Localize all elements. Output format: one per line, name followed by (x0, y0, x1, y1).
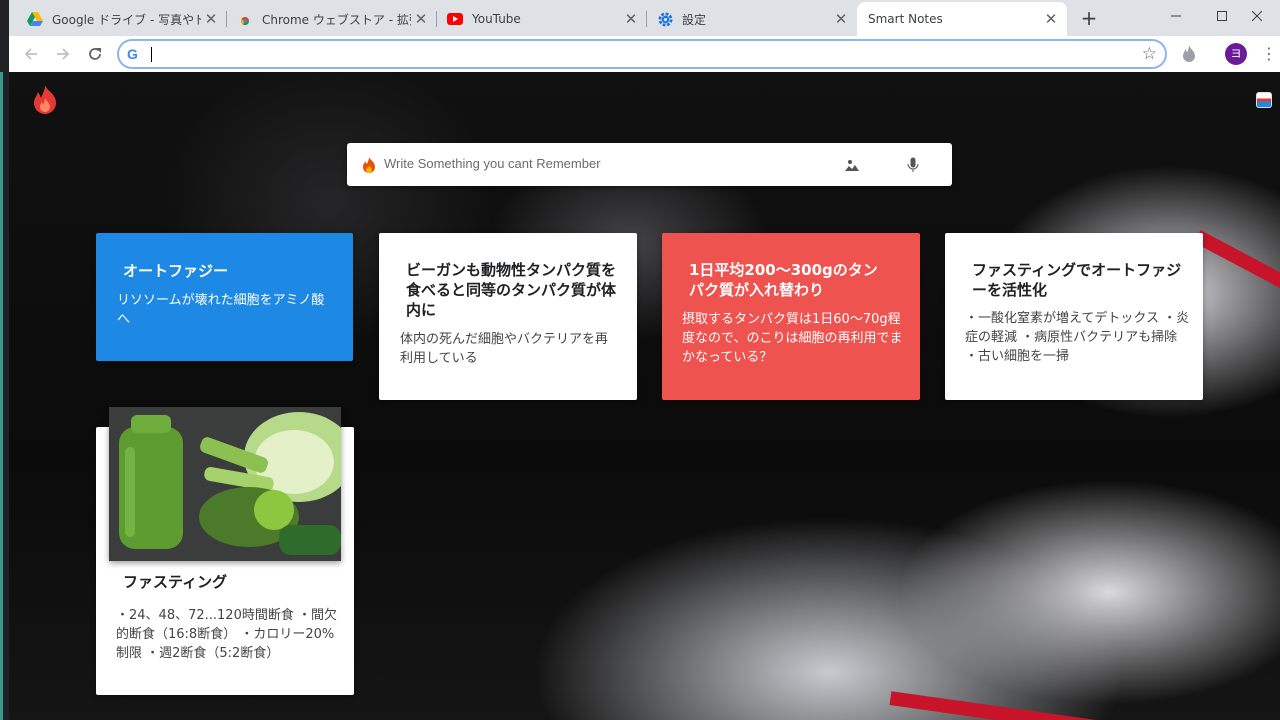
note-title: ビーガンも動物性タンパク質を食べると同等のタンパク質が体内に (406, 261, 617, 319)
close-window-icon[interactable] (1234, 0, 1280, 32)
background-stripe (1193, 229, 1280, 309)
tab-smart-notes[interactable]: Smart Notes ✕ (857, 2, 1067, 36)
note-card[interactable]: ファスティングでオートファジーを活性化 ・一酸化窒素が増えてデトックス ・炎症の… (945, 233, 1203, 400)
note-title: 1日平均200〜300gのタンパク質が入れ替わり (689, 261, 878, 299)
close-tab-icon[interactable]: ✕ (621, 10, 641, 28)
tab-title: Google ドライブ - 写真やドキュ (52, 12, 201, 27)
profile-avatar[interactable]: ヨ (1225, 43, 1247, 65)
note-body: 摂取するタンパク質は1日60〜70g程度なので、のこりは細胞の再利用でまかなって… (682, 312, 903, 365)
note-title: ファスティングでオートファジーを活性化 (972, 261, 1182, 299)
extension-fire-icon[interactable] (1179, 44, 1199, 64)
note-card[interactable]: 1日平均200〜300gのタンパク質が入れ替わり 摂取するタンパク質は1日60〜… (662, 233, 920, 400)
close-tab-icon[interactable]: ✕ (831, 10, 851, 28)
forward-arrow-icon[interactable] (49, 40, 77, 68)
note-input-bar[interactable]: Write Something you cant Remember (347, 143, 952, 186)
note-title: オートファジー (123, 262, 229, 280)
browser-toolbar: G ☆ ヨ ⋮ (9, 36, 1280, 72)
tab-chrome-webstore[interactable]: Chrome ウェブストア - 拡張機 ✕ (227, 2, 437, 36)
close-tab-icon[interactable]: ✕ (201, 10, 221, 28)
settings-gear-icon (657, 11, 673, 27)
background-stripe (889, 691, 1189, 720)
note-card[interactable]: ビーガンも動物性タンパク質を食べると同等のタンパク質が体内に 体内の死んだ細胞や… (379, 233, 637, 400)
fire-icon (363, 157, 375, 173)
green-smoothie-photo (109, 407, 341, 561)
tab-settings[interactable]: 設定 ✕ (647, 2, 857, 36)
chrome-webstore-icon (237, 11, 253, 27)
reload-icon[interactable] (81, 40, 109, 68)
minimize-icon[interactable] (1153, 0, 1199, 32)
add-image-icon[interactable] (844, 157, 860, 173)
tab-title: YouTube (472, 12, 521, 26)
app-fire-logo-icon (34, 85, 56, 114)
note-input-placeholder[interactable]: Write Something you cant Remember (384, 156, 601, 171)
tab-title: Smart Notes (868, 12, 943, 26)
close-tab-icon[interactable]: ✕ (1041, 10, 1061, 28)
microphone-icon[interactable] (907, 157, 919, 173)
google-g-icon: G (127, 46, 138, 62)
tab-title: Chrome ウェブストア - 拡張機 (262, 12, 411, 27)
back-arrow-icon[interactable] (17, 40, 45, 68)
note-card[interactable]: オートファジー リソソームが壊れた細胞をアミノ酸へ (96, 233, 353, 361)
tab-youtube[interactable]: YouTube ✕ (437, 2, 647, 36)
close-tab-icon[interactable]: ✕ (411, 10, 431, 28)
address-bar[interactable]: G ☆ (117, 39, 1167, 69)
note-title: ファスティング (123, 573, 228, 591)
bookmark-star-icon[interactable]: ☆ (1142, 44, 1157, 64)
youtube-icon (447, 11, 463, 27)
edge-accent (0, 72, 3, 720)
left-window-edge (0, 0, 9, 720)
note-card[interactable]: ファスティング ・24、48、72...120時間断食 ・間欠的断食（16:8断… (96, 407, 354, 695)
smart-notes-page: Write Something you cant Remember オートファジ… (9, 72, 1280, 720)
new-tab-button[interactable]: + (1078, 7, 1100, 29)
note-body: リソソームが壊れた細胞をアミノ酸へ (117, 293, 325, 327)
tab-title: 設定 (682, 12, 707, 27)
note-body: 体内の死んだ細胞やバクテリアを再利用している (400, 332, 609, 366)
note-body: ・一酸化窒素が増えてデトックス ・炎症の軽減 ・病原性バクテリアも掃除 ・古い細… (965, 311, 1190, 364)
google-drive-icon (27, 11, 43, 27)
more-menu-icon[interactable]: ⋮ (1261, 42, 1277, 66)
tab-strip: Google ドライブ - 写真やドキュ ✕ Chrome ウェブストア - 拡… (9, 0, 1280, 36)
tab-google-drive[interactable]: Google ドライブ - 写真やドキュ ✕ (17, 2, 227, 36)
settings-shortcut-icon[interactable] (1256, 92, 1272, 108)
text-caret (151, 47, 152, 62)
note-body: ・24、48、72...120時間断食 ・間欠的断食（16:8断食） ・カロリー… (116, 608, 337, 661)
